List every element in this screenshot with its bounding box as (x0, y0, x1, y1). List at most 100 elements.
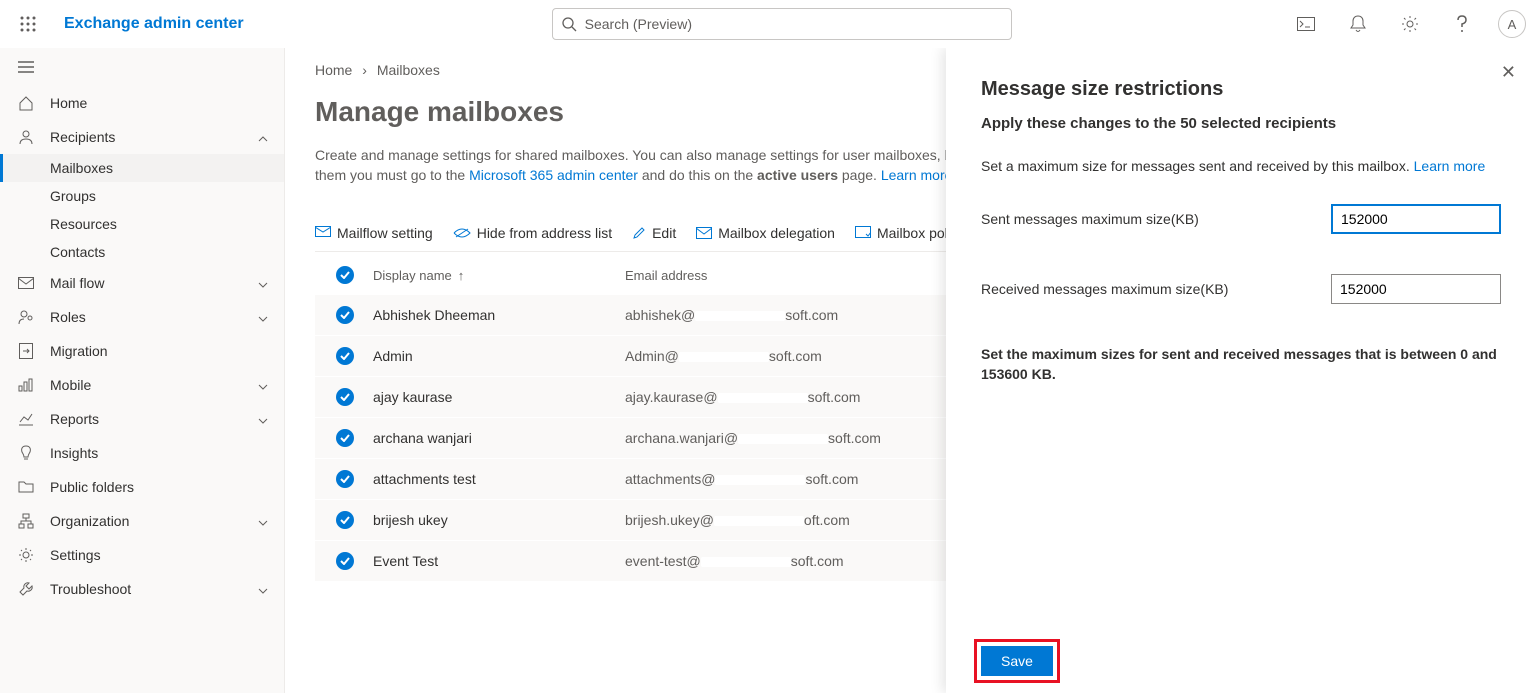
sidebar-item-resources[interactable]: Resources (0, 210, 284, 238)
search-input[interactable]: Search (Preview) (552, 8, 1012, 40)
header-actions: A (1290, 8, 1526, 40)
hamburger-icon[interactable] (0, 52, 284, 86)
sidebar-item-label: Settings (50, 547, 101, 563)
folder-icon (16, 480, 36, 494)
sidebar-item-label: Organization (50, 513, 129, 529)
learn-more-link[interactable]: Learn more (1414, 158, 1486, 174)
app-launcher-icon[interactable] (10, 6, 46, 42)
chevron-right-icon: › (362, 62, 367, 78)
sidebar-item-groups[interactable]: Groups (0, 182, 284, 210)
sidebar-item-publicfolders[interactable]: Public folders (0, 470, 284, 504)
sidebar-item-organization[interactable]: Organization (0, 504, 284, 538)
reports-icon (16, 412, 36, 426)
bulb-icon (16, 445, 36, 461)
close-icon[interactable]: ✕ (1501, 62, 1516, 83)
panel-title: Message size restrictions (981, 78, 1501, 101)
sidebar-item-settings[interactable]: Settings (0, 538, 284, 572)
app-title[interactable]: Exchange admin center (64, 15, 244, 33)
sort-arrow-icon: ↑ (458, 268, 465, 283)
panel-subtitle: Apply these changes to the 50 selected r… (981, 115, 1501, 132)
home-icon (16, 95, 36, 111)
row-name: Event Test (365, 553, 625, 569)
sidebar-item-label: Home (50, 95, 87, 111)
sidebar-item-label: Mailboxes (50, 160, 113, 176)
chevron-down-icon (258, 581, 268, 597)
admin-center-link[interactable]: Microsoft 365 admin center (469, 167, 638, 183)
chevron-down-icon (258, 309, 268, 325)
help-icon[interactable] (1446, 8, 1478, 40)
sidebar-item-contacts[interactable]: Contacts (0, 238, 284, 266)
chevron-down-icon (258, 411, 268, 427)
gear-icon[interactable] (1394, 8, 1426, 40)
row-name: ajay kaurase (365, 389, 625, 405)
sidebar: Home Recipients Mailboxes Groups Resourc… (0, 48, 284, 693)
sidebar-item-label: Recipients (50, 129, 115, 145)
row-name: attachments test (365, 471, 625, 487)
sidebar-item-label: Insights (50, 445, 98, 461)
sent-size-input[interactable] (1331, 204, 1501, 234)
main-content: Home › Mailboxes Manage mailboxes Create… (284, 48, 1536, 693)
row-checkbox[interactable] (325, 347, 365, 365)
panel-note: Set the maximum sizes for sent and recei… (981, 344, 1501, 385)
search-placeholder: Search (Preview) (585, 16, 692, 32)
person-icon (16, 129, 36, 145)
edit-button[interactable]: Edit (632, 225, 676, 241)
panel-footer-highlight: Save (974, 639, 1060, 683)
breadcrumb-home[interactable]: Home (315, 62, 352, 78)
sidebar-item-label: Groups (50, 188, 96, 204)
sidebar-item-label: Migration (50, 343, 108, 359)
row-checkbox[interactable] (325, 388, 365, 406)
app-header: Exchange admin center Search (Preview) A (0, 0, 1536, 48)
sidebar-item-recipients[interactable]: Recipients (0, 120, 284, 154)
migration-icon (16, 343, 36, 359)
received-size-input[interactable] (1331, 274, 1501, 304)
wrench-icon (16, 581, 36, 597)
row-checkbox[interactable] (325, 511, 365, 529)
save-button[interactable]: Save (981, 646, 1053, 676)
bell-icon[interactable] (1342, 8, 1374, 40)
sent-size-label: Sent messages maximum size(KB) (981, 211, 1199, 227)
column-display-name[interactable]: Display name ↑ (365, 268, 625, 283)
search-icon (561, 16, 577, 32)
avatar[interactable]: A (1498, 10, 1526, 38)
row-checkbox[interactable] (325, 306, 365, 324)
delegation-button[interactable]: Mailbox delegation (696, 225, 835, 241)
sent-size-field: Sent messages maximum size(KB) (981, 204, 1501, 234)
org-icon (16, 513, 36, 529)
chevron-down-icon (258, 513, 268, 529)
row-checkbox[interactable] (325, 470, 365, 488)
row-checkbox[interactable] (325, 552, 365, 570)
chevron-down-icon (258, 377, 268, 393)
shell-icon[interactable] (1290, 8, 1322, 40)
sidebar-item-reports[interactable]: Reports (0, 402, 284, 436)
row-checkbox[interactable] (325, 429, 365, 447)
roles-icon (16, 309, 36, 325)
sidebar-item-mobile[interactable]: Mobile (0, 368, 284, 402)
sidebar-item-mailboxes[interactable]: Mailboxes (0, 154, 284, 182)
sidebar-item-label: Reports (50, 411, 99, 427)
sidebar-item-label: Public folders (50, 479, 134, 495)
hide-address-button[interactable]: Hide from address list (453, 225, 612, 241)
row-name: Abhishek Dheeman (365, 307, 625, 323)
chevron-down-icon (258, 275, 268, 291)
sidebar-item-migration[interactable]: Migration (0, 334, 284, 368)
side-panel: ✕ Message size restrictions Apply these … (946, 48, 1536, 693)
breadcrumb-current: Mailboxes (377, 62, 440, 78)
select-all-checkbox[interactable] (325, 266, 365, 284)
mail-icon (16, 277, 36, 289)
sidebar-item-label: Resources (50, 216, 117, 232)
sidebar-item-troubleshoot[interactable]: Troubleshoot (0, 572, 284, 606)
sidebar-item-roles[interactable]: Roles (0, 300, 284, 334)
chevron-up-icon (258, 129, 268, 145)
panel-body: Set a maximum size for messages sent and… (981, 158, 1501, 174)
sidebar-item-mailflow[interactable]: Mail flow (0, 266, 284, 300)
sidebar-item-insights[interactable]: Insights (0, 436, 284, 470)
sidebar-item-label: Mobile (50, 377, 91, 393)
sidebar-item-label: Contacts (50, 244, 105, 260)
sidebar-item-home[interactable]: Home (0, 86, 284, 120)
sidebar-item-label: Roles (50, 309, 86, 325)
row-name: archana wanjari (365, 430, 625, 446)
row-name: brijesh ukey (365, 512, 625, 528)
mailflow-setting-button[interactable]: Mailflow setting (315, 225, 433, 241)
sidebar-item-label: Troubleshoot (50, 581, 131, 597)
